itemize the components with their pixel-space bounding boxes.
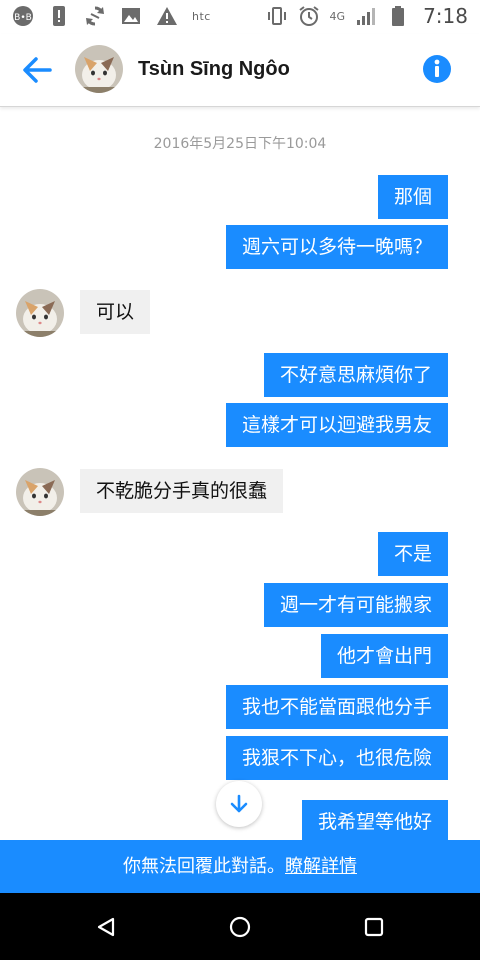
image-icon <box>120 5 142 27</box>
signal-icon <box>355 5 377 27</box>
contact-avatar[interactable] <box>75 45 123 93</box>
alarm-icon <box>298 5 320 27</box>
warning-icon <box>156 5 178 27</box>
outgoing-message[interactable]: 不是 <box>377 532 448 576</box>
status-bar: B•B htc 4G 7:18 <box>0 0 480 34</box>
outgoing-message[interactable]: 週六可以多待一晚嗎？ <box>225 225 448 269</box>
network-type-label: 4G <box>329 9 346 23</box>
nav-back-icon[interactable] <box>88 909 124 945</box>
system-navigation-bar <box>0 893 480 960</box>
sender-avatar[interactable] <box>16 289 64 337</box>
outgoing-message[interactable]: 我狠不下心，也很危險 <box>225 736 448 780</box>
incoming-message[interactable]: 不乾脆分手真的很蠢 <box>80 469 284 513</box>
sync-icon <box>84 5 106 27</box>
cannot-reply-banner: 你無法回覆此對話。瞭解詳情 <box>0 840 480 893</box>
outgoing-message[interactable]: 週一才有可能搬家 <box>263 583 448 627</box>
nav-home-icon[interactable] <box>222 909 258 945</box>
outgoing-message[interactable]: 那個 <box>377 175 448 219</box>
contact-name: Tsùn Sīng Ngôo <box>138 58 290 80</box>
outgoing-message[interactable]: 我也不能當面跟他分手 <box>225 685 448 729</box>
vibrate-icon <box>266 5 288 27</box>
cannot-reply-notice: 你無法回覆此對話。 <box>123 856 285 877</box>
alert-icon <box>48 5 70 27</box>
nav-recents-icon[interactable] <box>356 909 392 945</box>
outgoing-message[interactable]: 這樣才可以迴避我男友 <box>225 403 448 447</box>
carrier-label: htc <box>192 9 211 23</box>
sender-avatar[interactable] <box>16 468 64 516</box>
incoming-message[interactable]: 可以 <box>80 290 151 334</box>
svg-text:B•B: B•B <box>14 13 32 23</box>
back-arrow-icon[interactable] <box>20 54 54 86</box>
outgoing-message[interactable]: 不好意思麻煩你了 <box>263 353 448 397</box>
outgoing-message[interactable]: 我希望等他好 <box>301 800 448 844</box>
outgoing-message[interactable]: 他才會出門 <box>320 634 448 678</box>
learn-more-link[interactable]: 瞭解詳情 <box>285 856 357 877</box>
conversation-timestamp: 2016年5月25日下午10:04 <box>153 136 327 152</box>
arrow-down-icon <box>230 794 248 813</box>
scroll-to-bottom-button[interactable] <box>216 781 262 827</box>
battery-icon <box>387 5 409 27</box>
clock: 7:18 <box>423 4 468 28</box>
info-icon[interactable] <box>422 54 452 84</box>
bb-icon: B•B <box>12 5 34 27</box>
conversation-header: Tsùn Sīng Ngôo <box>0 34 480 107</box>
